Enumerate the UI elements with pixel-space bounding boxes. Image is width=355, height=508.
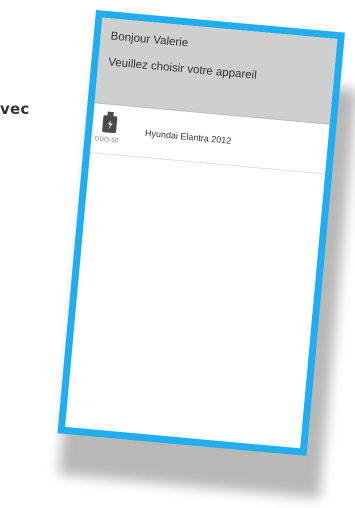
app-screen: Bonjour Valerie Veuillez choisir votre a… <box>65 17 338 449</box>
choose-device-prompt: Veuillez choisir votre appareil <box>107 56 258 82</box>
device-thumbnail: ODO-50 <box>93 108 127 151</box>
phone-frame: Bonjour Valerie Veuillez choisir votre a… <box>57 10 345 456</box>
greeting-text: Bonjour Valerie <box>110 30 189 50</box>
background-partial-text: vec <box>0 100 30 118</box>
device-code: ODO-50 <box>94 134 119 145</box>
canvas: vec Bonjour Valerie Veuillez choisir vot… <box>0 0 355 508</box>
obd-dongle-icon <box>102 110 118 133</box>
device-name: Hyundai Elantra 2012 <box>144 127 232 146</box>
